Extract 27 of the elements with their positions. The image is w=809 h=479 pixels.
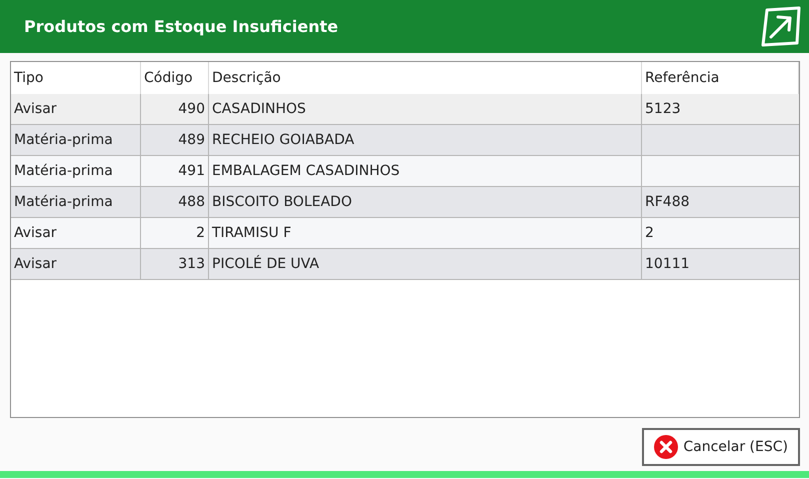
table-cell: Avisar — [11, 94, 141, 125]
table-cell: 490 — [141, 94, 209, 125]
arrow-logo-icon — [759, 4, 803, 48]
table-cell: Matéria-prima — [11, 125, 141, 156]
table-cell: 491 — [141, 156, 209, 187]
table-cell: RECHEIO GOIABADA — [209, 125, 642, 156]
table-cell: EMBALAGEM CASADINHOS — [209, 156, 642, 187]
table-cell: Matéria-prima — [11, 156, 141, 187]
table-cell: PICOLÉ DE UVA — [209, 249, 642, 280]
table-cell: TIRAMISU F — [209, 218, 642, 249]
table-cell: 489 — [141, 125, 209, 156]
table-cell: CASADINHOS — [209, 94, 642, 125]
table-cell: 488 — [141, 187, 209, 218]
table-cell: 5123 — [642, 94, 799, 125]
table-cell: BISCOITO BOLEADO — [209, 187, 642, 218]
table-cell: 2 — [642, 218, 799, 249]
table-cell: Avisar — [11, 218, 141, 249]
table-cell: 313 — [141, 249, 209, 280]
cancel-button[interactable]: Cancelar (ESC) — [642, 428, 800, 466]
table-cell: RF488 — [642, 187, 799, 218]
table-cell: 2 — [141, 218, 209, 249]
close-icon — [654, 435, 678, 459]
column-header[interactable]: Tipo — [11, 62, 141, 94]
window-title: Produtos com Estoque Insuficiente — [24, 17, 338, 36]
table-cell: Avisar — [11, 249, 141, 280]
table-cell: 10111 — [642, 249, 799, 280]
table-cell: Matéria-prima — [11, 187, 141, 218]
